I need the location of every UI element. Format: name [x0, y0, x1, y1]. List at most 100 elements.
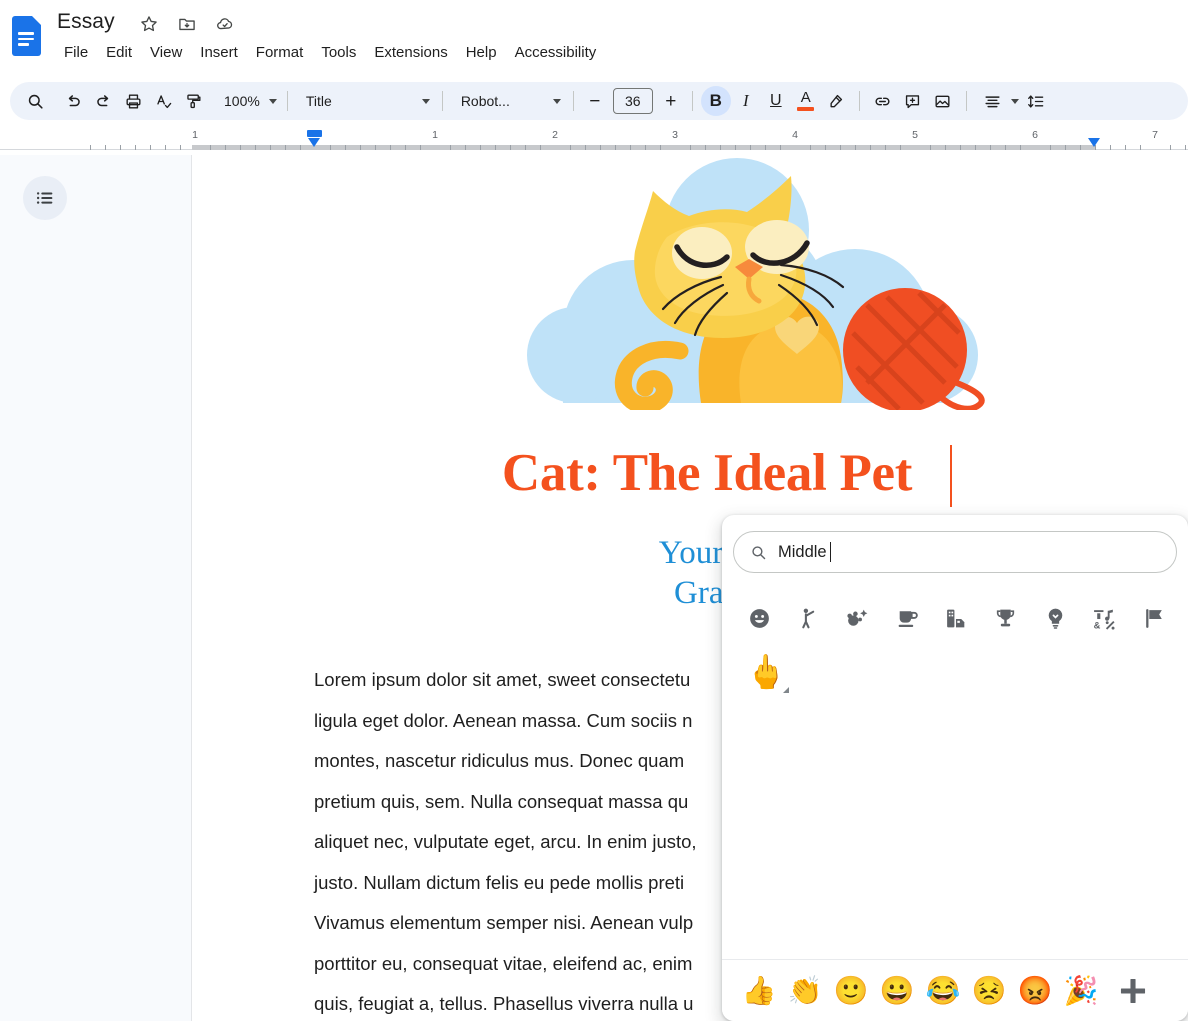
menu-extensions[interactable]: Extensions — [365, 40, 456, 66]
grinning-face-reaction[interactable]: 😀 — [874, 968, 920, 1014]
svg-text:&: & — [1094, 620, 1101, 630]
skin-tone-variant-indicator[interactable] — [783, 687, 789, 693]
menu-format[interactable]: Format — [247, 40, 313, 66]
font-size-input[interactable] — [612, 88, 653, 114]
ruler-tick — [465, 145, 466, 150]
ruler: 1 1 2 3 4 5 6 7 — [0, 128, 1188, 155]
menu-help[interactable]: Help — [457, 40, 506, 66]
document-heading-title[interactable]: Cat: The Ideal Pet — [312, 443, 1102, 503]
category-flags-icon[interactable] — [1139, 603, 1169, 633]
align-selector[interactable] — [975, 87, 1021, 115]
add-reaction-button[interactable] — [1108, 968, 1158, 1014]
bold-button[interactable]: B — [700, 86, 731, 116]
redo-icon[interactable] — [88, 86, 118, 116]
ruler-tick — [930, 145, 931, 150]
category-emotions-icon[interactable] — [744, 603, 774, 633]
emoji-search-input[interactable]: Middle — [733, 531, 1177, 573]
ruler-tick — [945, 145, 946, 150]
clapping-hands-reaction[interactable]: 👏 — [782, 968, 828, 1014]
category-objects-icon[interactable] — [1040, 603, 1070, 633]
category-travel-places-icon[interactable] — [942, 603, 972, 633]
line-spacing-icon[interactable] — [1021, 86, 1051, 116]
menu-view[interactable]: View — [141, 40, 191, 66]
google-docs-icon[interactable] — [12, 16, 41, 56]
ruler-tick — [960, 145, 961, 150]
text-color-button[interactable]: A — [791, 86, 821, 116]
ruler-tick — [330, 145, 331, 150]
outline-icon — [36, 192, 53, 204]
ruler-tick — [210, 145, 211, 150]
chevron-down-icon — [421, 98, 430, 104]
ruler-tick — [750, 145, 751, 150]
emoji-glyph: 🖕 — [745, 652, 787, 690]
menu-tools[interactable]: Tools — [312, 40, 365, 66]
document-outline-toggle[interactable] — [23, 176, 67, 220]
persevering-face-reaction[interactable]: 😣 — [966, 968, 1012, 1014]
slightly-smiling-reaction[interactable]: 🙂 — [828, 968, 874, 1014]
search-icon[interactable] — [20, 86, 50, 116]
left-indent-marker[interactable] — [307, 130, 322, 147]
star-icon[interactable] — [139, 14, 163, 38]
menu-edit[interactable]: Edit — [97, 40, 141, 66]
increase-font-size-button[interactable]: + — [658, 88, 684, 114]
text-cursor — [950, 445, 952, 507]
menu-file[interactable]: File — [55, 40, 97, 66]
ruler-tick — [870, 145, 871, 150]
cat-illustration-image[interactable] — [505, 155, 995, 414]
pouting-face-reaction[interactable]: 😡 — [1012, 968, 1058, 1014]
middle-finger-emoji[interactable]: 🖕 — [742, 647, 790, 695]
undo-icon[interactable] — [58, 86, 88, 116]
ruler-tick — [990, 145, 991, 150]
font-family-selector[interactable]: Robot... — [451, 87, 565, 115]
add-comment-icon[interactable] — [898, 86, 928, 116]
category-animals-nature-icon[interactable] — [843, 603, 873, 633]
emoji-search-value: Middle — [778, 542, 827, 561]
category-symbols-icon[interactable]: & — [1090, 603, 1120, 633]
menu-accessibility[interactable]: Accessibility — [506, 40, 606, 66]
insert-image-icon[interactable] — [928, 86, 958, 116]
category-food-drink-icon[interactable] — [892, 603, 922, 633]
ruler-tick — [600, 145, 601, 150]
italic-button[interactable]: I — [731, 86, 761, 116]
highlight-color-icon[interactable] — [821, 86, 851, 116]
ruler-tick — [270, 145, 271, 150]
decrease-font-size-button[interactable]: − — [582, 88, 608, 114]
ruler-tick — [585, 145, 586, 150]
emoji-picker-panel[interactable]: Middle & 🖕 👍 👏 🙂 😀 😂 😣 😡 🎉 — [722, 515, 1188, 1021]
ruler-tick — [120, 145, 121, 150]
zoom-selector[interactable]: 100% — [216, 87, 279, 115]
party-popper-reaction[interactable]: 🎉 — [1058, 968, 1104, 1014]
print-icon[interactable] — [118, 86, 148, 116]
toolbar-divider — [441, 91, 443, 111]
ruler-tick — [285, 145, 286, 150]
paragraph-style-selector[interactable]: Title — [296, 87, 434, 115]
cloud-saved-icon[interactable] — [215, 14, 239, 38]
menu-bar: File Edit View Insert Format Tools Exten… — [55, 40, 605, 66]
spellcheck-icon[interactable] — [148, 86, 178, 116]
font-size-stepper: − + — [582, 88, 684, 114]
ruler-tick — [510, 145, 511, 150]
ruler-tick — [300, 145, 301, 150]
ruler-tick — [1110, 145, 1111, 150]
search-icon — [752, 545, 766, 559]
ruler-tick — [525, 145, 526, 150]
underline-button[interactable]: U — [761, 86, 791, 116]
menu-insert[interactable]: Insert — [191, 40, 247, 66]
ruler-tick — [90, 145, 91, 150]
ruler-tick — [810, 145, 811, 150]
ruler-tick — [780, 145, 781, 150]
paint-format-icon[interactable] — [178, 86, 208, 116]
category-activities-icon[interactable] — [991, 603, 1021, 633]
ruler-tick — [480, 145, 481, 150]
text-color-swatch — [797, 107, 815, 111]
right-indent-marker[interactable] — [1088, 138, 1100, 147]
ruler-tick — [195, 142, 196, 150]
category-people-icon[interactable] — [793, 603, 823, 633]
ruler-tick — [840, 145, 841, 150]
tears-of-joy-reaction[interactable]: 😂 — [920, 968, 966, 1014]
move-to-folder-icon[interactable] — [177, 14, 201, 38]
insert-link-icon[interactable] — [868, 86, 898, 116]
emoji-search-results: 🖕 — [742, 647, 1172, 937]
document-title[interactable]: Essay — [57, 10, 115, 34]
thumbs-up-reaction[interactable]: 👍 — [736, 968, 782, 1014]
